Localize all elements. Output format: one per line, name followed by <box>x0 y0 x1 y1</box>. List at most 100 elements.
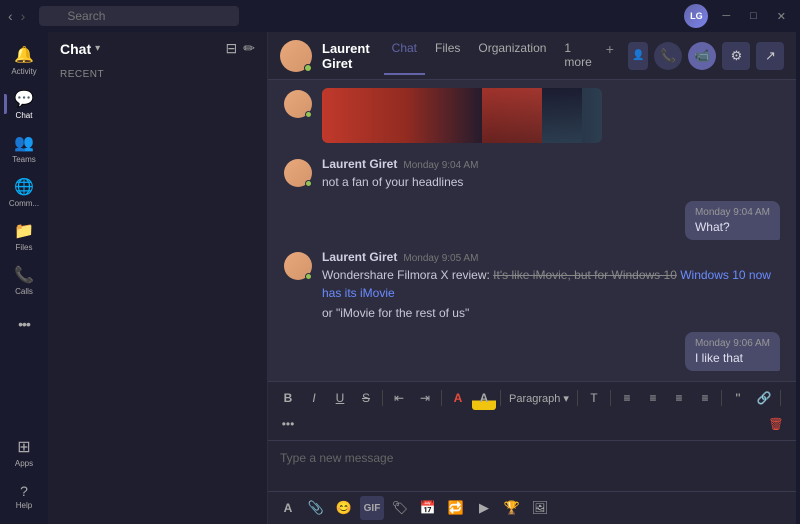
tab-add-btn[interactable]: + <box>602 37 618 75</box>
toolbar-divider <box>721 390 722 406</box>
settings-btn[interactable]: ⚙ <box>722 42 750 70</box>
image-btn[interactable]: 🖼 <box>528 496 552 520</box>
teams-icon: 👥 <box>14 133 34 153</box>
more-participants-btn[interactable]: 👤 <box>628 42 648 70</box>
msg-image <box>322 88 602 143</box>
tab-more[interactable]: 1 more <box>556 37 599 75</box>
search-input[interactable] <box>39 6 239 26</box>
sidebar-item-apps[interactable]: ⊞ Apps <box>4 432 44 472</box>
close-btn[interactable]: ✕ <box>771 8 792 25</box>
messages-area[interactable]: Laurent Giret Monday 9:04 AM not a fan o… <box>268 80 796 381</box>
nav-back-btn[interactable]: ‹ <box>8 8 13 24</box>
sidebar-list <box>48 84 267 524</box>
indent-increase-btn[interactable]: ⇥ <box>413 386 437 410</box>
font-size-btn[interactable]: T <box>582 386 606 410</box>
link-btn[interactable]: 🔗 <box>752 386 776 410</box>
msg-content: Laurent Giret Monday 9:05 AM Wondershare… <box>322 250 780 322</box>
msg-text: Wondershare Filmora X review: It's like … <box>322 266 780 302</box>
list-item: Monday 9:04 AM What? <box>284 201 780 240</box>
toolbar-divider <box>780 390 781 406</box>
msg-time: Monday 9:06 AM <box>695 338 770 349</box>
compose-placeholder: Type a new message <box>280 451 393 465</box>
praise-btn[interactable]: 🏆 <box>500 496 524 520</box>
sidebar-item-activity[interactable]: 🔔 Activity <box>4 40 44 80</box>
sidebar-item-more[interactable]: ••• <box>4 304 44 344</box>
table-row <box>284 88 780 147</box>
status-dot <box>304 64 312 72</box>
msg-content <box>322 88 780 147</box>
font-color-btn[interactable]: A <box>446 386 470 410</box>
msg-meta: Laurent Giret Monday 9:05 AM <box>322 250 780 264</box>
sidebar-item-communities[interactable]: 🌐 Comm... <box>4 172 44 212</box>
format-text-btn[interactable]: A <box>276 496 300 520</box>
list-dec-btn[interactable]: ≡ <box>693 386 717 410</box>
chat-header: Laurent Giret Chat Files Organization 1 … <box>268 32 796 80</box>
compose-input-area[interactable]: Type a new message <box>268 441 796 491</box>
communities-label: Comm... <box>9 199 39 208</box>
underline-btn[interactable]: U <box>328 386 352 410</box>
compose-toolbar: B I U S ⇤ ⇥ A A Paragraph ▾ T ≡ ≡ ≡ ≡ <box>268 382 796 441</box>
chat-header-actions: 👤 📞 📹 ⚙ ↗ <box>628 42 784 70</box>
toolbar-divider <box>500 390 501 406</box>
strikethrough-btn[interactable]: S <box>354 386 378 410</box>
stream-btn[interactable]: ▶ <box>472 496 496 520</box>
tab-organization[interactable]: Organization <box>470 37 554 75</box>
msg-bubble: Monday 9:04 AM What? <box>685 201 780 240</box>
paragraph-dropdown[interactable]: Paragraph ▾ <box>505 390 573 407</box>
sidebar-item-teams[interactable]: 👥 Teams <box>4 128 44 168</box>
highlight-btn[interactable]: A <box>472 386 496 410</box>
nav-forward-btn[interactable]: › <box>21 8 26 24</box>
nav-bottom: ⊞ Apps ? Help <box>4 432 44 516</box>
schedule-btn[interactable]: 📅 <box>416 496 440 520</box>
video-call-btn[interactable]: 📹 <box>688 42 716 70</box>
apps-icon: ⊞ <box>17 437 30 457</box>
list-indent-btn[interactable]: ≡ <box>667 386 691 410</box>
calls-label: Calls <box>15 287 33 296</box>
italic-btn[interactable]: I <box>302 386 326 410</box>
indent-decrease-btn[interactable]: ⇤ <box>387 386 411 410</box>
participants-icon: 👤 <box>632 50 644 61</box>
sidebar-item-chat[interactable]: 💬 Chat <box>4 84 44 124</box>
files-label: Files <box>16 243 33 252</box>
emoji-btn[interactable]: 😊 <box>332 496 356 520</box>
new-chat-icon[interactable]: ✏ <box>243 40 255 57</box>
minimize-btn[interactable]: ─ <box>716 8 736 24</box>
tab-files[interactable]: Files <box>427 37 468 75</box>
compose-area: B I U S ⇤ ⇥ A A Paragraph ▾ T ≡ ≡ ≡ ≡ <box>268 381 796 524</box>
loop-btn[interactable]: 🔁 <box>444 496 468 520</box>
sidebar-item-calls[interactable]: 📞 Calls <box>4 260 44 300</box>
avatar <box>284 252 312 280</box>
maximize-btn[interactable]: □ <box>744 8 763 24</box>
list-item: Monday 9:06 AM I like that <box>284 332 780 371</box>
filter-icon[interactable]: ⊟ <box>226 40 238 57</box>
sidebar-item-files[interactable]: 📁 Files <box>4 216 44 256</box>
quote-btn[interactable]: " <box>726 386 750 410</box>
toolbar-divider <box>441 390 442 406</box>
table-row: Laurent Giret Monday 9:04 AM not a fan o… <box>284 157 780 191</box>
more-toolbar-btn[interactable]: ••• <box>276 412 300 436</box>
chat-header-tabs: Chat Files Organization 1 more + <box>384 37 618 75</box>
compose-bottom-bar: A 📎 😊 GIF 🏷 📅 🔁 ▶ 🏆 🖼 <box>268 491 796 524</box>
sidebar-chevron-icon[interactable]: ▾ <box>95 43 100 54</box>
ordered-list-btn[interactable]: ≡ <box>615 386 639 410</box>
toolbar-divider <box>382 390 383 406</box>
tab-chat[interactable]: Chat <box>384 37 425 75</box>
sticker-btn[interactable]: 🏷 <box>388 496 412 520</box>
sidebar-header: Chat ▾ ⊟ ✏ <box>48 32 267 65</box>
delete-btn[interactable]: 🗑 <box>764 412 788 436</box>
msg-content: Laurent Giret Monday 9:04 AM not a fan o… <box>322 157 780 191</box>
left-nav: 🔔 Activity 💬 Chat 👥 Teams 🌐 Comm... 📁 Fi… <box>0 32 48 524</box>
titlebar-left: ‹ › 🔍 <box>8 6 239 26</box>
titlebar-controls: LG ─ □ ✕ <box>684 4 792 28</box>
sidebar-item-help[interactable]: ? Help <box>4 476 44 516</box>
bullet-list-btn[interactable]: ≡ <box>641 386 665 410</box>
chat-icon: 💬 <box>14 89 34 109</box>
bold-btn[interactable]: B <box>276 386 300 410</box>
sidebar-section-recent: Recent <box>48 65 267 84</box>
audio-call-btn[interactable]: 📞 <box>654 42 682 70</box>
sidebar-title-wrap: Chat ▾ <box>60 41 100 57</box>
gif-btn[interactable]: GIF <box>360 496 384 520</box>
msg-text-2: or "iMovie for the rest of us" <box>322 304 780 322</box>
popout-btn[interactable]: ↗ <box>756 42 784 70</box>
attach-file-btn[interactable]: 📎 <box>304 496 328 520</box>
